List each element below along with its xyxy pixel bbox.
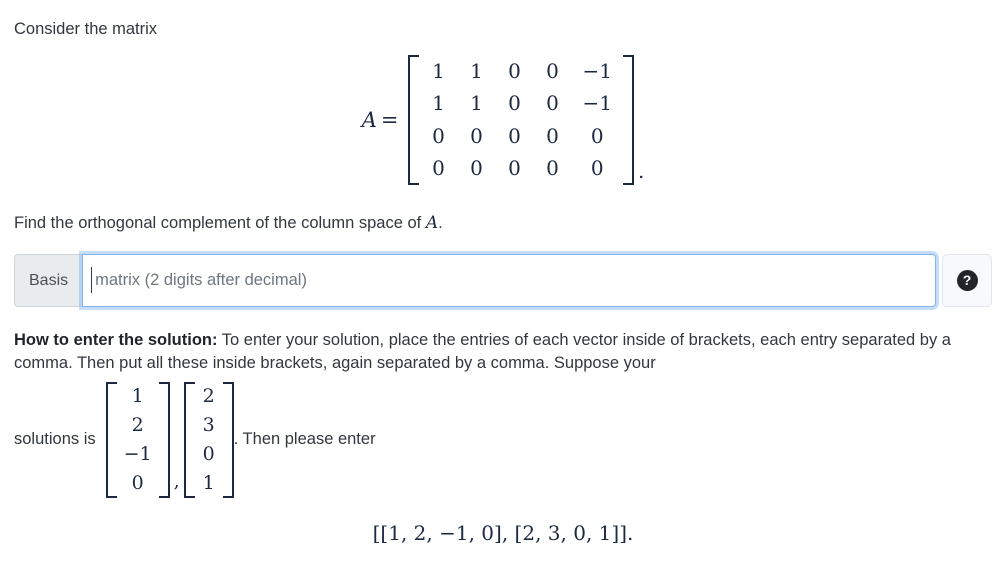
matrix-variable-label: A — [361, 107, 377, 132]
matrix-cell: 0 — [508, 123, 521, 148]
question-mark-circle-icon: ? — [956, 270, 978, 291]
vector-row: 2 — [117, 411, 159, 440]
question-variable: A — [425, 213, 439, 233]
matrix-cell: 0 — [508, 91, 521, 116]
vector-cell: 1 — [131, 385, 144, 407]
help-button[interactable]: ? — [942, 254, 992, 307]
matrix-left-bracket — [408, 55, 420, 185]
matrix-cell: 1 — [432, 59, 445, 83]
vector-row: −1 — [117, 440, 159, 469]
vector-row: 0 — [117, 469, 159, 498]
example-vector-1: 1 2 −1 0 — [105, 382, 170, 498]
intro-text: Consider the matrix — [14, 20, 158, 38]
matrix-cell: 1 — [470, 59, 483, 83]
vector-row: 1 — [117, 382, 159, 411]
matrix-cell: 0 — [590, 156, 604, 181]
how-to-heading: How to enter the solution: — [14, 331, 218, 349]
matrix-cell: 0 — [432, 156, 445, 181]
vector-cell: 3 — [202, 413, 215, 436]
matrix-table: 1 1 0 0 −1 1 1 0 0 −1 0 0 0 0 0 0 0 0 0 0 — [419, 55, 622, 185]
basis-label: Basis — [14, 254, 83, 307]
vector-cell: 2 — [202, 385, 215, 407]
basis-input-group: Basis — [14, 254, 936, 307]
vector-cell: 0 — [131, 471, 144, 494]
text-cursor — [91, 267, 93, 293]
matrix-cell: 0 — [546, 59, 559, 83]
vector-left-bracket — [183, 382, 195, 498]
matrix-row: 1 1 0 0 −1 — [419, 55, 622, 87]
vector-right-bracket — [158, 382, 170, 498]
basis-input[interactable] — [82, 254, 936, 307]
matrix-cell: 0 — [546, 156, 559, 181]
equals-sign: = — [380, 107, 399, 132]
basis-input-wrapper[interactable] — [82, 254, 936, 307]
question-prefix: Find the orthogonal complement of the co… — [14, 214, 426, 232]
matrix-row: 00000 — [419, 152, 622, 184]
vector-left-bracket — [105, 382, 117, 498]
vector-row: 3 — [195, 411, 223, 440]
matrix-cell: 0 — [508, 156, 521, 181]
vector-cell: 0 — [202, 442, 215, 465]
matrix-cell: 0 — [432, 123, 445, 148]
matrix-cell: 1 — [432, 91, 445, 116]
matrix-right-bracket — [622, 55, 634, 185]
vector-example-row: solutions is 1 2 −1 0 , 2 3 0 1 . Then please … — [14, 382, 376, 498]
vector-row: 2 — [195, 382, 223, 411]
answer-input-row: Basis ? — [14, 254, 992, 307]
matrix-cell: 1 — [470, 91, 483, 116]
vector-row: 0 — [195, 440, 223, 469]
example-vector-2: 2 3 0 1 — [183, 382, 234, 498]
vector-separator-comma: , — [173, 469, 180, 492]
vector-table: 1 2 −1 0 — [117, 382, 159, 498]
question-suffix: . — [438, 214, 443, 232]
vector-right-bracket — [222, 382, 234, 498]
vector-row: 1 — [195, 469, 223, 498]
matrix-cell: 0 — [508, 59, 521, 83]
matrix-cell: −1 — [582, 59, 612, 83]
matrix-cell: −1 — [582, 91, 612, 116]
vector-cell: −1 — [123, 442, 152, 465]
matrix-cell: 0 — [590, 123, 604, 148]
vector-example-tail: . Then please enter — [233, 430, 376, 449]
matrix-cell: 0 — [546, 91, 559, 116]
matrix-cell: 0 — [546, 123, 559, 148]
final-answer-example: [[1, 2, −1, 0], [2, 3, 0, 1]]. — [372, 521, 634, 545]
matrix-brackets: 1 1 0 0 −1 1 1 0 0 −1 0 0 0 0 0 0 0 0 0 0 — [408, 55, 634, 185]
vector-table: 2 3 0 1 — [195, 382, 223, 498]
matrix-row: 00000 — [419, 120, 622, 152]
matrix-cell: 0 — [470, 123, 483, 148]
question-text: Find the orthogonal complement of the co… — [14, 211, 443, 235]
matrix-trailing-period: . — [637, 158, 645, 183]
vector-example-lead: solutions is — [14, 430, 96, 449]
matrix-equation-display: A = 1 1 0 0 −1 1 1 0 0 −1 0 0 0 0 0 0 0 0 0 0 . — [0, 55, 1006, 185]
matrix-cell: 0 — [470, 156, 483, 181]
how-to-enter-solution-text: How to enter the solution: To enter your… — [14, 329, 974, 376]
matrix-row: 1 1 0 0 −1 — [419, 87, 622, 119]
vector-cell: 1 — [202, 471, 215, 494]
vector-cell: 2 — [131, 413, 144, 436]
